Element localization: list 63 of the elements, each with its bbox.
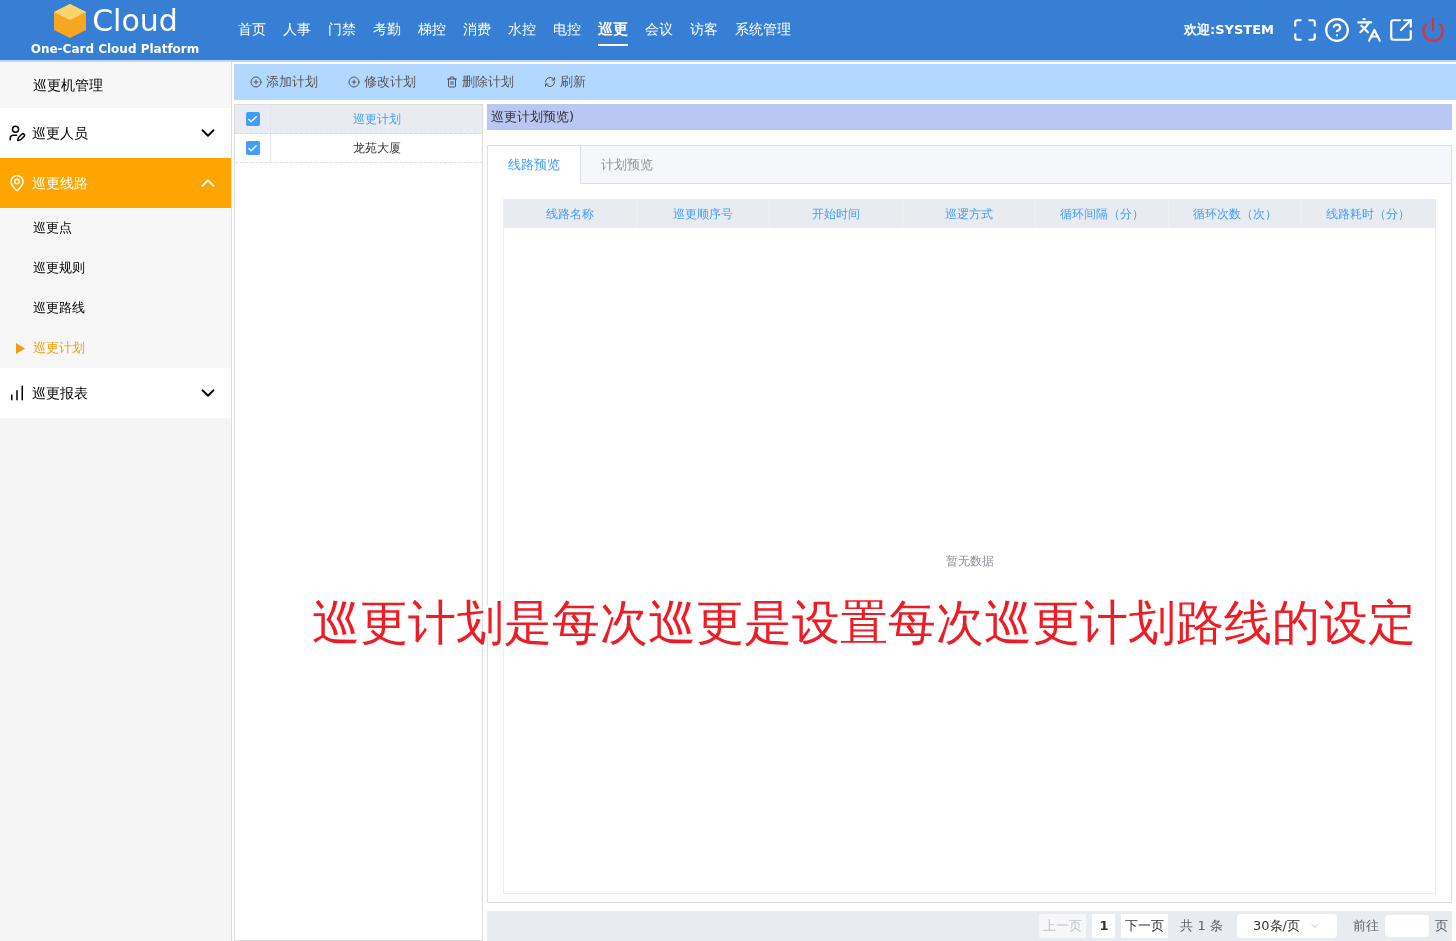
add-icon [348, 76, 360, 88]
trash-icon [446, 76, 458, 88]
sidebar-group-label: 巡更报表 [32, 383, 88, 403]
column-header: 巡更顺序号 [637, 200, 770, 228]
checkbox[interactable] [245, 141, 260, 155]
sidebar-group[interactable]: 巡更人员 [0, 108, 231, 158]
toolbar-button[interactable]: 添加计划 [250, 72, 318, 92]
nav-tab[interactable]: 访客 [690, 14, 718, 46]
next-page-button[interactable]: 下一页 [1121, 914, 1169, 938]
refresh-icon [544, 76, 556, 88]
plan-row[interactable]: 龙苑大厦 [235, 134, 482, 163]
logo-text: Cloud [92, 6, 178, 36]
nav-tab[interactable]: 电控 [553, 14, 581, 46]
column-header: 开始时间 [770, 200, 903, 228]
preview-tab[interactable]: 线路预览 [488, 146, 581, 184]
caption-text: 巡更计划是每次巡更是设置每次巡更计划路线的设定 [312, 598, 1416, 646]
check-icon [247, 113, 258, 125]
nav-tab[interactable]: 水控 [508, 14, 536, 46]
sidebar-group-label: 巡更线路 [32, 173, 88, 193]
nav-tab[interactable]: 首页 [238, 14, 266, 46]
triangle-icon [16, 342, 25, 354]
plan-name: 巡更计划 [351, 111, 402, 128]
nav-tab[interactable]: 考勤 [373, 14, 401, 46]
nav-tab[interactable]: 会议 [645, 14, 673, 46]
goto-label: 前往 [1353, 917, 1379, 936]
nav-tab[interactable]: 人事 [283, 14, 311, 46]
column-header: 循环间隔（分） [1036, 200, 1169, 228]
logo-subtitle: One-Card Cloud Platform [30, 41, 200, 58]
fullscreen-icon[interactable] [1292, 17, 1318, 43]
person-icon [8, 124, 26, 142]
column-header: 循环次数（次） [1169, 200, 1302, 228]
add-icon [250, 76, 262, 88]
help-icon[interactable] [1324, 17, 1350, 43]
nav-tab[interactable]: 巡更 [598, 13, 628, 47]
column-header: 线路名称 [504, 200, 637, 228]
page-size-select[interactable]: 30条/页 [1237, 914, 1337, 938]
check-icon [247, 142, 258, 154]
checkbox[interactable] [245, 112, 260, 126]
plan-name: 龙苑大厦 [351, 140, 402, 157]
nav-tab[interactable]: 消费 [463, 14, 491, 46]
map-pin-icon [8, 174, 26, 192]
column-header: 巡逻方式 [903, 200, 1036, 228]
welcome-text: 欢迎:SYSTEM [1183, 21, 1274, 40]
total-text: 共 1 条 [1180, 917, 1223, 936]
empty-text: 暂无数据 [945, 552, 994, 570]
nav-tab[interactable]: 门禁 [328, 14, 356, 46]
nav-tab[interactable]: 系统管理 [735, 14, 791, 46]
page-unit-label: 页 [1435, 917, 1448, 936]
nav-tab[interactable]: 梯控 [418, 14, 446, 46]
bar-chart-icon [8, 384, 26, 402]
logo-icon [52, 2, 89, 40]
sidebar-group-label: 巡更人员 [32, 123, 88, 143]
sidebar-group[interactable]: 巡更报表 [0, 368, 231, 418]
page-number-button[interactable]: 1 [1092, 914, 1116, 938]
toolbar-button[interactable]: 删除计划 [446, 72, 514, 92]
external-link-icon[interactable] [1388, 17, 1414, 43]
preview-tab[interactable]: 计划预览 [581, 146, 673, 183]
toolbar-button[interactable]: 修改计划 [348, 72, 416, 92]
plan-row[interactable]: 巡更计划 [235, 105, 482, 134]
language-icon[interactable] [1356, 17, 1382, 43]
preview-title: 巡更计划预览) [487, 104, 1452, 130]
toolbar-button[interactable]: 刷新 [544, 72, 586, 92]
column-header: 线路耗时（分） [1302, 200, 1435, 228]
